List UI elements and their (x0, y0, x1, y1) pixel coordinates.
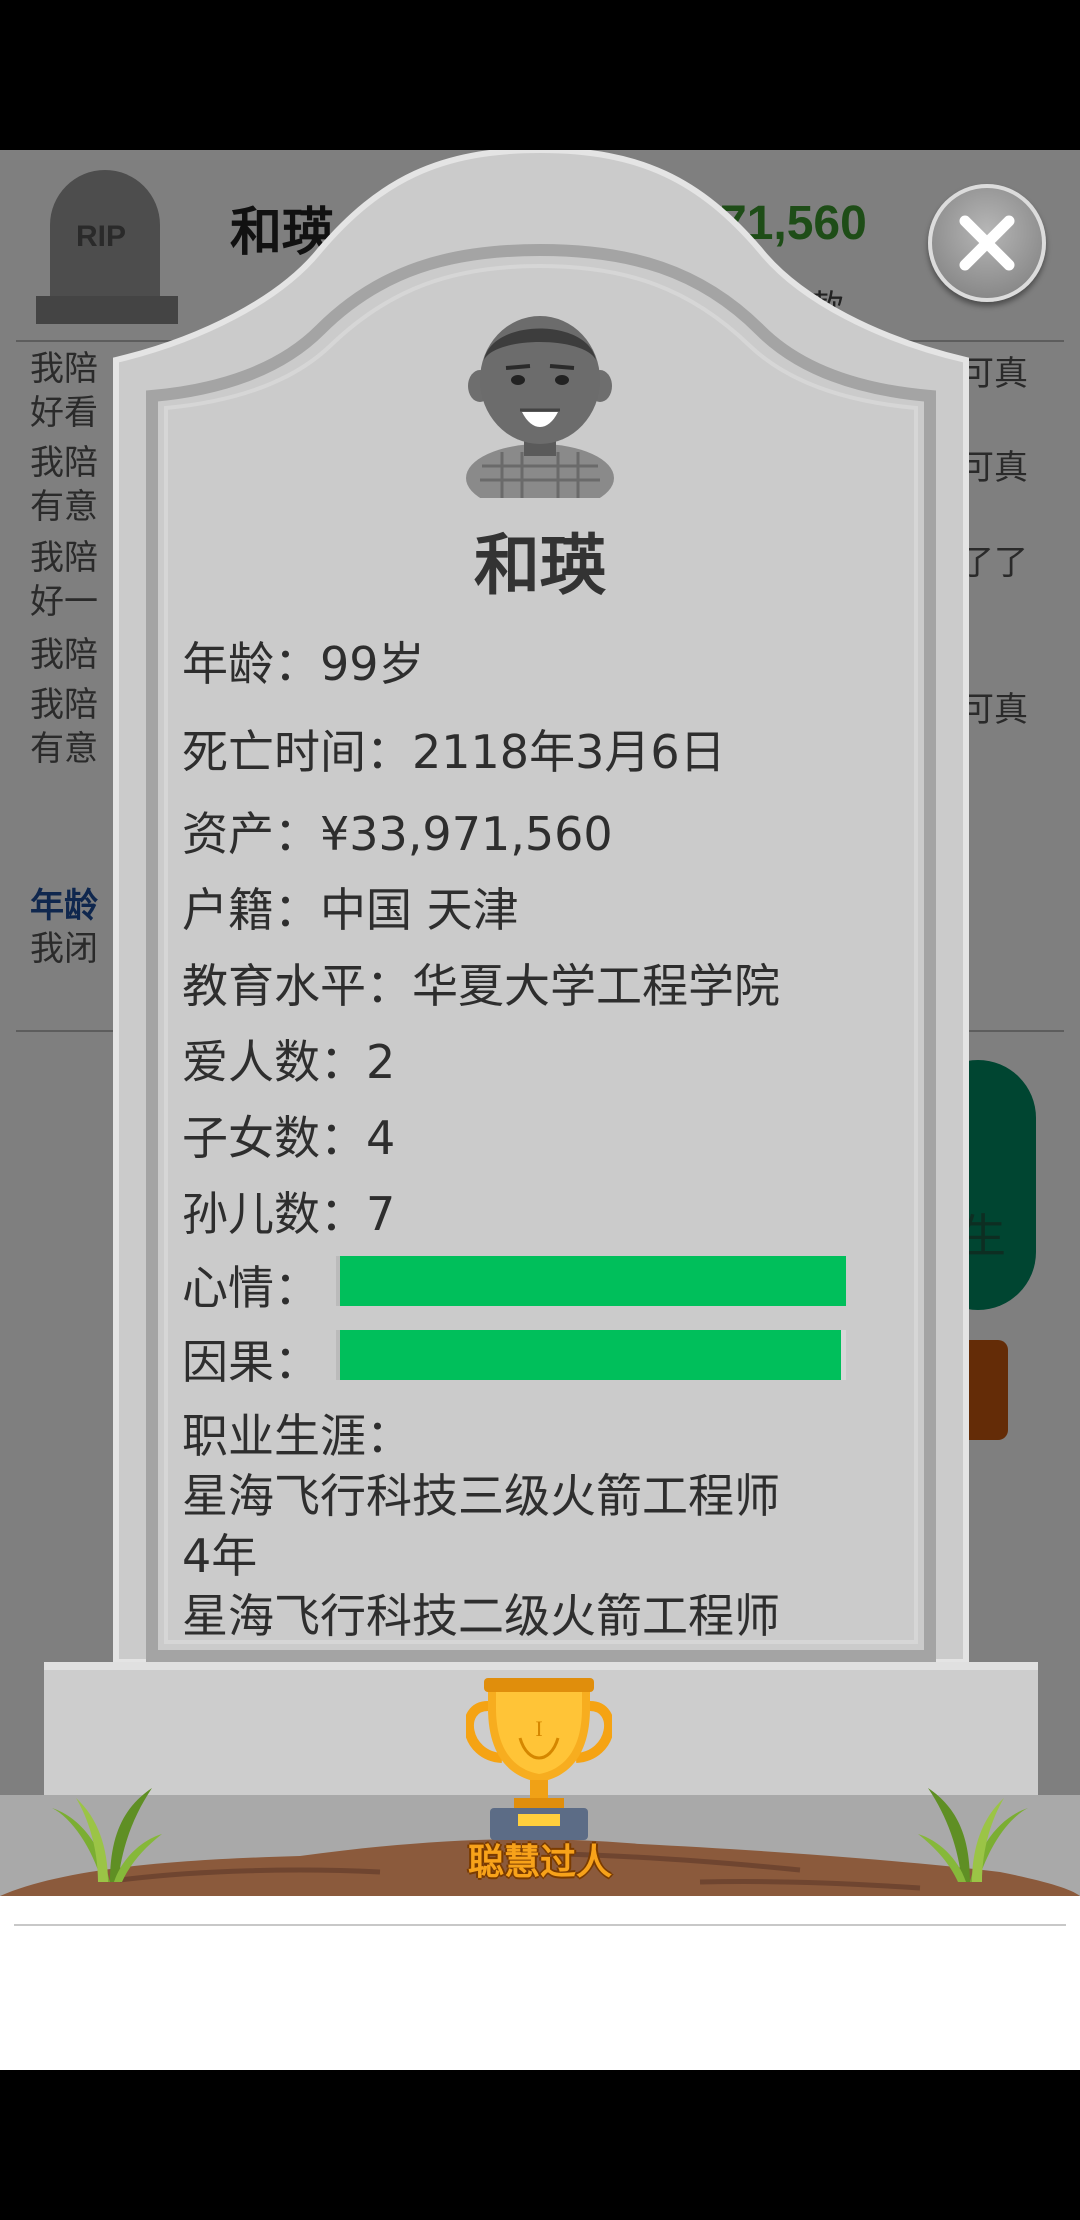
career-line: 4年 (182, 1529, 258, 1583)
education-line: 教育水平：华夏大学工程学院 (182, 959, 780, 1013)
age-line: 年龄：99岁 (182, 637, 425, 691)
deceased-name: 和瑛 (474, 527, 606, 604)
grass-right-icon (918, 1788, 1028, 1882)
avatar (466, 316, 614, 498)
trophy-icon: I (466, 1678, 612, 1840)
bottom-bar (0, 1896, 1080, 2070)
karma-bar (336, 1330, 846, 1380)
death-time-line: 死亡时间：2118年3月6日 (182, 725, 726, 779)
divider (14, 1924, 1066, 1926)
karma-bar-fill (340, 1330, 841, 1380)
svg-text:I: I (535, 1716, 542, 1741)
close-button[interactable] (928, 184, 1046, 302)
career-label: 职业生涯： (182, 1409, 412, 1463)
children-count-line: 子女数：4 (182, 1111, 396, 1165)
career-line: 星海飞行科技三级火箭工程师 (182, 1469, 780, 1523)
karma-label: 因果： (182, 1335, 320, 1389)
mood-bar (336, 1256, 846, 1306)
close-icon (959, 215, 1015, 271)
assets-line: 资产：¥33,971,560 (182, 807, 613, 861)
mood-label: 心情： (182, 1261, 320, 1315)
mood-bar-fill (340, 1256, 846, 1306)
career-line: 星海飞行科技二级火箭工程师 (182, 1589, 780, 1643)
grandchildren-count-line: 孙儿数：7 (182, 1187, 396, 1241)
hukou-line: 户籍：中国 天津 (182, 883, 519, 937)
lovers-count-line: 爱人数：2 (182, 1035, 396, 1089)
grass-left-icon (52, 1788, 162, 1882)
achievement-label: 聪慧过人 (467, 1842, 612, 1883)
